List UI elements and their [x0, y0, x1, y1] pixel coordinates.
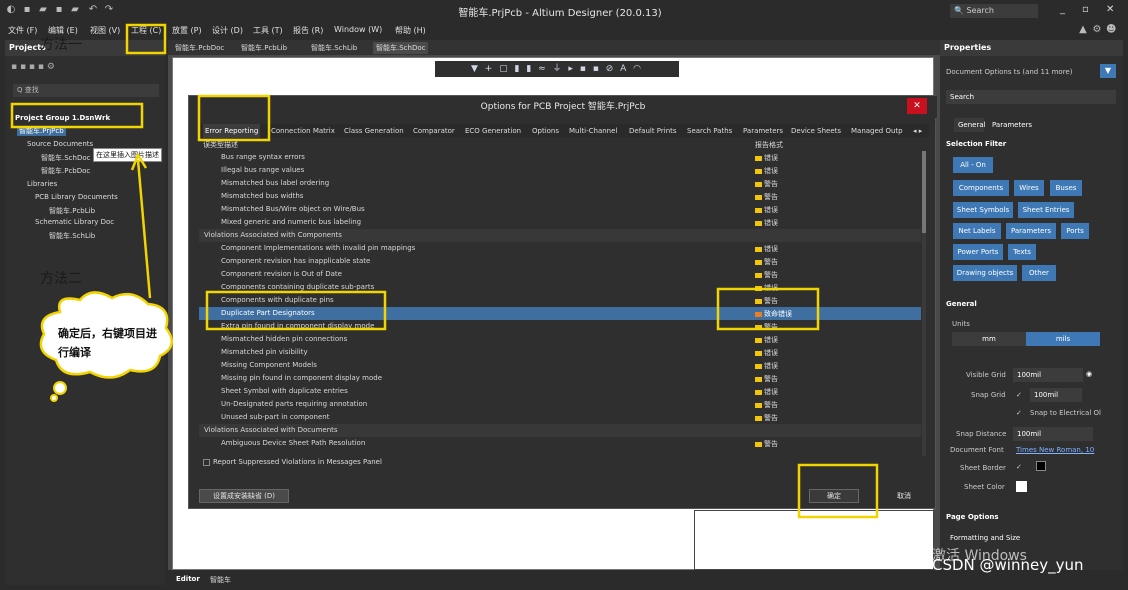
cloud-text: 确定后，右键项目进行编译 [58, 327, 157, 359]
cloud-bubble-2 [50, 394, 58, 402]
highlight-severity [716, 287, 820, 331]
altium-window: ◐ ▪ ▰ ▪ ▰ ↶ ↷ 智能车.PrjPcb - Altium Design… [0, 0, 1128, 590]
csdn-watermark: CSDN @winney_yun [932, 556, 1084, 574]
highlight-ok-button [797, 463, 879, 519]
annotation-arrow [130, 152, 152, 299]
annotation-overlay [10, 23, 879, 519]
cloud-bubble-1 [53, 381, 67, 395]
highlight-error-tab [197, 94, 271, 142]
highlight-duplicate-rows [205, 290, 387, 331]
highlight-project-group [10, 102, 144, 129]
highlight-menu-project [125, 23, 167, 55]
